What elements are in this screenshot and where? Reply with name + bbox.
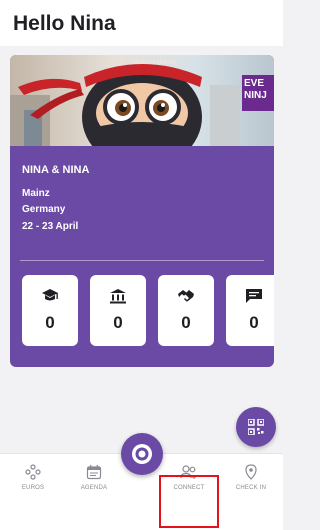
stat-value: 0 (45, 313, 55, 332)
event-banner-image: SZYTATHI MOOED EVE NINJ (10, 55, 274, 146)
nav-label: EUROS (21, 485, 45, 491)
headband-lettering: SZYTATHI MOOED (132, 60, 176, 66)
qr-code-icon (248, 419, 264, 435)
ninja-mascot-illustration (10, 64, 240, 146)
nav-item-euros[interactable]: EUROS (5, 454, 61, 514)
nav-item-check-in[interactable]: CHECK IN (223, 454, 279, 514)
stat-tile-partners[interactable]: 0 (158, 275, 214, 346)
stat-value: 0 (181, 313, 191, 332)
calendar-icon (86, 464, 102, 485)
chat-icon (245, 288, 263, 309)
location-pin-icon (243, 464, 259, 485)
event-city: Mainz (22, 188, 50, 199)
center-action-button[interactable] (121, 433, 163, 475)
nav-label: AGENDA (80, 485, 108, 491)
handshake-icon (177, 288, 195, 309)
greeting-title: Hello Nina (13, 12, 116, 35)
stat-tile-exhibitors[interactable]: 0 (90, 275, 146, 346)
card-divider (20, 260, 264, 261)
euros-icon (25, 464, 41, 485)
event-sign: EVE NINJ (242, 75, 274, 111)
stat-value: 0 (249, 313, 259, 332)
event-country: Germany (22, 204, 66, 215)
top-header: Hello Nina (0, 0, 283, 46)
nav-label: CHECK IN (235, 485, 267, 491)
target-icon (132, 444, 152, 464)
nav-label: CONNECT (173, 485, 205, 491)
nav-item-connect[interactable]: CONNECT (161, 454, 217, 514)
stat-value: 0 (113, 313, 123, 332)
stat-tile-messages[interactable]: 0 (226, 275, 274, 346)
event-card[interactable]: SZYTATHI MOOED EVE NINJ NINA & NINA Main… (10, 55, 274, 367)
stat-tile-education[interactable]: 0 (22, 275, 78, 346)
event-title: NINA & NINA (22, 164, 90, 176)
connect-users-icon (180, 464, 198, 485)
qr-code-button[interactable] (236, 407, 276, 447)
bank-icon (109, 288, 127, 309)
event-dates: 22 - 23 April (22, 221, 79, 232)
nav-item-agenda[interactable]: AGENDA (66, 454, 122, 514)
graduation-cap-icon (41, 288, 59, 309)
